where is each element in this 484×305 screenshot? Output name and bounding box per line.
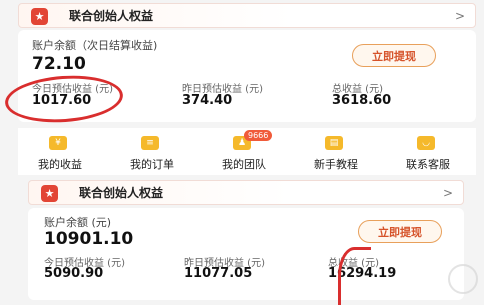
tutorial-icon: ▤	[325, 136, 343, 150]
team-count-badge: 9666	[244, 130, 273, 141]
balance-value: 72.10	[32, 54, 86, 74]
banner-title: 联合创始人权益	[79, 186, 164, 200]
shortcut-menu: ¥ 我的收益 ≡ 我的订单 ♟ 9666 我的团队 ▤ 新手教程 ◡ 联系客服	[18, 128, 476, 175]
menu-label: 我的团队	[222, 158, 266, 171]
menu-label: 联系客服	[406, 158, 450, 171]
menu-label: 新手教程	[314, 158, 358, 171]
today-estimated-value: 5090.90	[44, 266, 104, 281]
today-estimated-value: 1017.60	[32, 93, 92, 108]
menu-label: 我的订单	[130, 158, 174, 171]
earnings-card: 账户余额（次日结算收益) 72.10 立即提现 今日预估收益 (元) 1017.…	[18, 30, 476, 122]
founder-benefits-banner-2[interactable]: ★ 联合创始人权益 >	[28, 180, 464, 205]
menu-item-support[interactable]: ◡ 联系客服	[386, 128, 470, 175]
founder-benefits-banner[interactable]: ★ 联合创始人权益 >	[18, 3, 476, 28]
total-earnings-value: 3618.60	[332, 93, 392, 108]
yesterday-estimated-value: 374.40	[182, 93, 233, 108]
support-icon: ◡	[417, 136, 435, 150]
menu-item-my-earnings[interactable]: ¥ 我的收益	[18, 128, 102, 175]
chevron-right-icon: >	[454, 9, 465, 23]
menu-item-my-orders[interactable]: ≡ 我的订单	[110, 128, 194, 175]
star-badge-icon: ★	[31, 8, 48, 25]
star-badge-icon: ★	[41, 185, 58, 202]
chevron-right-icon: >	[442, 186, 453, 200]
menu-item-my-team[interactable]: ♟ 9666 我的团队	[202, 128, 286, 175]
withdraw-button[interactable]: 立即提现	[352, 44, 436, 67]
menu-label: 我的收益	[38, 158, 82, 171]
balance-label: 账户余额（次日结算收益)	[32, 39, 158, 52]
menu-item-tutorial[interactable]: ▤ 新手教程	[294, 128, 378, 175]
balance-value: 10901.10	[44, 229, 134, 249]
withdraw-button-2[interactable]: 立即提现	[358, 220, 442, 243]
earnings-card-2: 账户余额 (元) 10901.10 立即提现 今日预估收益 (元) 5090.9…	[28, 208, 464, 300]
balance-label: 账户余额 (元)	[44, 216, 112, 229]
yesterday-estimated-value: 11077.05	[184, 266, 253, 281]
watermark-logo	[448, 264, 478, 294]
order-icon: ≡	[141, 136, 159, 150]
yen-icon: ¥	[49, 136, 67, 150]
total-earnings-value: 16294.19	[328, 266, 397, 281]
banner-title: 联合创始人权益	[69, 9, 154, 23]
